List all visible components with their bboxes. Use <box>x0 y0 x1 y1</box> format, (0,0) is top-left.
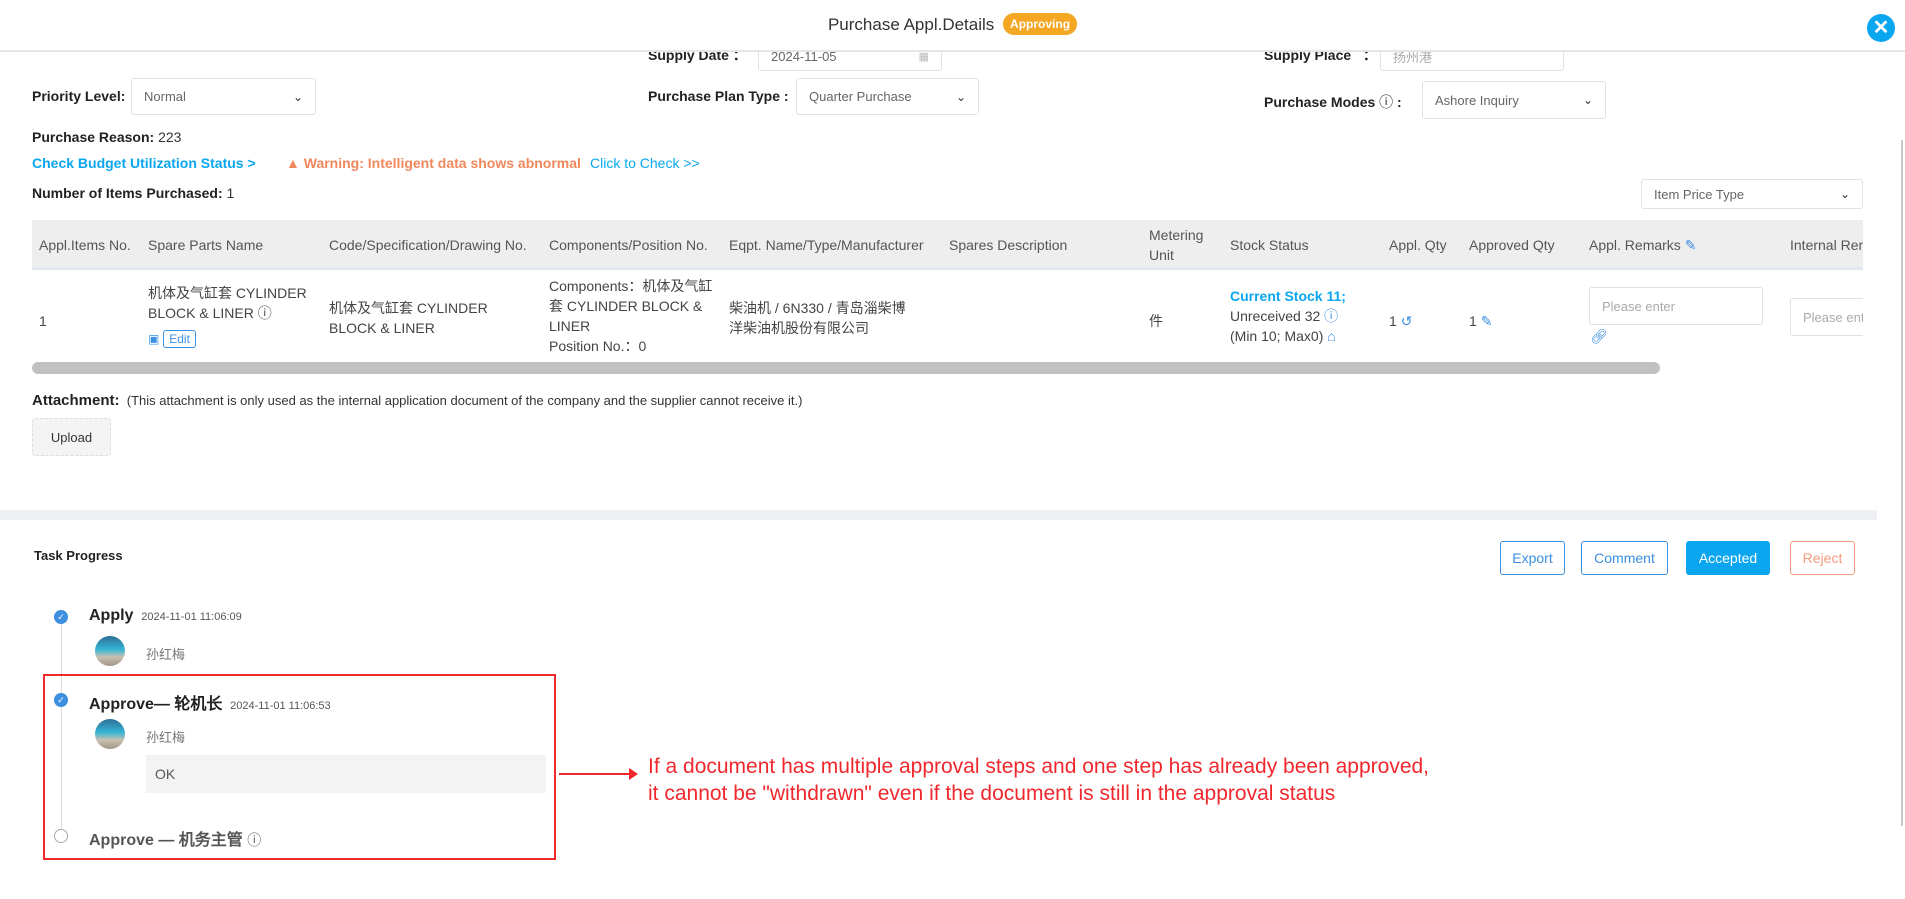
priority-select[interactable]: Normal ⌄ <box>131 78 316 115</box>
annotation-text: If a document has multiple approval step… <box>648 755 1430 805</box>
plan-type-select[interactable]: Quarter Purchase ⌄ <box>796 78 979 115</box>
step-user: 孙红梅 <box>146 647 186 662</box>
col-header: Appl. Remarks ✎ <box>1589 237 1697 253</box>
dialog-title: Purchase Appl.Details Approving <box>0 13 1905 35</box>
col-header: Metering Unit <box>1149 227 1204 263</box>
click-to-check-link[interactable]: Click to Check >> <box>590 155 700 171</box>
check-budget-link[interactable]: Check Budget Utilization Status > <box>32 155 256 171</box>
chevron-down-icon: ⌄ <box>1582 93 1593 107</box>
upload-button[interactable]: Upload <box>32 418 111 456</box>
status-badge: Approving <box>1003 13 1078 35</box>
col-header: Approved Qty <box>1469 237 1555 253</box>
arrow-line <box>559 773 631 775</box>
edit-icon[interactable]: ✎ <box>1685 237 1697 253</box>
purchase-modes-label: Purchase Modes ⓘ : <box>1264 94 1402 110</box>
purchase-reason: Purchase Reason: 223 <box>32 129 182 145</box>
arrow-head-icon <box>629 768 638 780</box>
image-icon[interactable]: ▣ <box>148 332 159 346</box>
col-header: Eqpt. Name/Type/Manufacturer <box>729 237 924 253</box>
table-header: Appl.Items No. Spare Parts Name Code/Spe… <box>32 220 1863 270</box>
cell-eqpt: 柴油机 / 6N330 / 青岛淄柴博洋柴油机股份有限公司 <box>729 300 906 336</box>
info-icon: ⓘ <box>257 305 272 321</box>
attachment-icon[interactable]: 🔗︎ <box>1590 328 1608 345</box>
info-icon: ⓘ <box>1379 94 1394 110</box>
reject-button[interactable]: Reject <box>1790 541 1855 575</box>
appl-remarks-input[interactable]: Please enter <box>1589 287 1763 325</box>
purchase-modes-select[interactable]: Ashore Inquiry ⌄ <box>1422 81 1606 119</box>
col-header: Spare Parts Name <box>148 237 264 253</box>
dialog-header: Purchase Appl.Details Approving ✕ <box>0 0 1905 52</box>
col-header: Components/Position No. <box>549 237 708 253</box>
stock-search-icon[interactable]: ⌂ <box>1327 328 1335 344</box>
table-horizontal-scrollbar[interactable] <box>32 362 1660 374</box>
items-table: Appl.Items No. Spare Parts Name Code/Spe… <box>32 220 1863 362</box>
cell-stock: Current Stock 11; Unreceived 32 ⓘ (Min 10… <box>1230 288 1346 344</box>
warning-icon: ▲ <box>286 155 300 171</box>
task-progress-title: Task Progress <box>34 548 123 563</box>
divider <box>0 510 1877 520</box>
history-icon[interactable]: ↺ <box>1401 313 1413 329</box>
attachment-section: Attachment: (This attachment is only use… <box>32 392 803 409</box>
chevron-down-icon: ⌄ <box>292 89 303 104</box>
close-icon[interactable]: ✕ <box>1867 14 1895 42</box>
check-circle-icon: ✓ <box>54 610 68 624</box>
highlight-box <box>43 674 556 860</box>
step-apply: Apply 2024-11-01 11:06:09 <box>89 607 242 624</box>
warning-text: ▲ Warning: Intelligent data shows abnorm… <box>286 155 581 171</box>
page-vertical-scrollbar[interactable] <box>1901 140 1903 826</box>
edit-icon[interactable]: ✎ <box>1481 313 1493 329</box>
col-header: Stock Status <box>1230 237 1309 253</box>
col-header: Appl.Items No. <box>39 237 131 253</box>
comment-button[interactable]: Comment <box>1581 541 1668 575</box>
col-header: Code/Specification/Drawing No. <box>329 237 527 253</box>
internal-remarks-input[interactable]: Please enter <box>1790 298 1863 336</box>
cell-spare-name: 机体及气缸套 CYLINDER BLOCK & LINER ⓘ <box>148 285 307 321</box>
col-header: Appl. Qty <box>1389 237 1447 253</box>
cell-code: 机体及气缸套 CYLINDER BLOCK & LINER <box>329 300 488 336</box>
chevron-down-icon: ⌄ <box>955 89 966 104</box>
col-header: Internal Rem <box>1790 237 1863 253</box>
item-price-type-select[interactable]: Item Price Type ⌄ <box>1641 179 1863 209</box>
plan-type-label: Purchase Plan Type : <box>648 88 789 104</box>
avatar <box>95 636 125 666</box>
cell-no: 1 <box>39 313 47 329</box>
accepted-button[interactable]: Accepted <box>1686 541 1770 575</box>
info-icon: ⓘ <box>1324 308 1339 324</box>
edit-button[interactable]: Edit <box>163 330 196 348</box>
col-header: Spares Description <box>949 237 1068 253</box>
cell-components: Components：机体及气缸套 CYLINDER BLOCK & LINER… <box>549 278 713 354</box>
chevron-down-icon: ⌄ <box>1839 187 1850 201</box>
items-count: Number of Items Purchased: 1 <box>32 185 235 201</box>
priority-label: Priority Level: <box>32 88 126 104</box>
cell-unit: 件 <box>1149 313 1163 329</box>
export-button[interactable]: Export <box>1500 541 1565 575</box>
